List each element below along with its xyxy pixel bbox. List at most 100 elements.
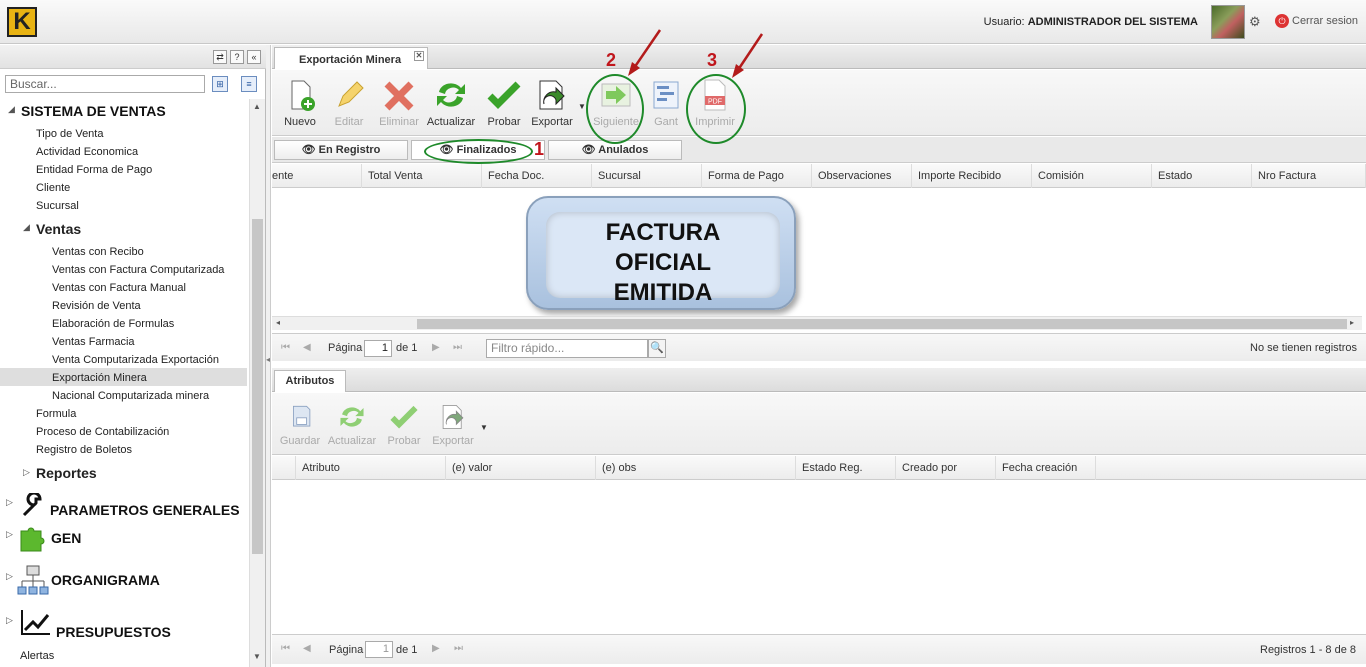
next-page-icon[interactable]: ▶	[432, 342, 440, 353]
annotation-number: 1	[534, 139, 545, 159]
page-input[interactable]: 1	[365, 641, 393, 658]
actualizar-attr-button[interactable]: Actualizar	[326, 403, 378, 447]
menu-item-ventas[interactable]: Ventas	[36, 221, 81, 237]
column-header[interactable]: Observaciones	[812, 164, 912, 188]
column-header[interactable]: Fecha creación	[996, 456, 1096, 480]
list-view-icon[interactable]: ≡	[241, 76, 257, 92]
collapsed-arrow-icon[interactable]: ▷	[23, 467, 30, 478]
close-icon[interactable]: ✕	[414, 51, 424, 61]
first-page-icon[interactable]: ⏮	[281, 643, 290, 654]
menu-item-sistema-ventas[interactable]: SISTEMA DE VENTAS	[21, 103, 166, 119]
menu-item-cliente[interactable]: Cliente	[36, 182, 70, 194]
quick-filter-input[interactable]: Filtro rápido...	[486, 339, 648, 358]
collapsed-arrow-icon[interactable]: ▷	[6, 497, 13, 508]
prev-page-icon[interactable]: ◀	[303, 342, 311, 353]
menu-item-tipo-venta[interactable]: Tipo de Venta	[36, 128, 103, 140]
menu-item-exportacion-minera[interactable]: Exportación Minera	[0, 368, 247, 386]
tab-atributos[interactable]: Atributos	[274, 370, 346, 392]
menu-item-parametros-generales[interactable]: PARAMETROS GENERALES	[50, 502, 240, 518]
column-header[interactable]: Fecha Doc.	[482, 164, 592, 188]
scroll-left-icon[interactable]: ◂	[276, 318, 280, 327]
menu-item-actividad-economica[interactable]: Actividad Economica	[36, 146, 138, 158]
scrollbar-thumb[interactable]	[417, 319, 1347, 329]
prev-page-icon[interactable]: ◀	[303, 643, 311, 654]
last-page-icon[interactable]: ⏭	[453, 342, 462, 353]
column-header[interactable]: Estado	[1152, 164, 1252, 188]
search-options-icon[interactable]: ⊞	[212, 76, 228, 92]
search-icon[interactable]: 🔍	[648, 339, 666, 358]
eliminar-button[interactable]: Eliminar	[373, 78, 425, 128]
editar-button[interactable]: Editar	[323, 78, 375, 128]
exportar-button[interactable]: Exportar	[526, 78, 578, 128]
scroll-up-icon[interactable]: ▲	[253, 102, 261, 111]
exportar-attr-button[interactable]: Exportar	[427, 403, 479, 447]
collapsed-arrow-icon[interactable]: ▷	[6, 529, 13, 540]
column-header[interactable]: Importe Recibido	[912, 164, 1032, 188]
tab-en-registro[interactable]: 👁 En Registro	[274, 140, 408, 160]
menu-item-ventas-factura-computarizada[interactable]: Ventas con Factura Computarizada	[52, 264, 224, 276]
refresh-icon[interactable]: ⇄	[213, 50, 227, 64]
column-header[interactable]: Forma de Pago	[702, 164, 812, 188]
menu-item-organigrama[interactable]: ORGANIGRAMA	[51, 572, 160, 588]
menu-item-ventas-recibo[interactable]: Ventas con Recibo	[52, 246, 144, 258]
app-logo[interactable]: K	[7, 7, 37, 37]
menu-item-alertas[interactable]: Alertas	[20, 650, 54, 662]
collapse-icon[interactable]: «	[247, 50, 261, 64]
actualizar-button[interactable]: Actualizar	[425, 78, 477, 128]
avatar[interactable]	[1211, 5, 1245, 39]
column-header[interactable]: Sucursal	[592, 164, 702, 188]
logout-button[interactable]: ⏻ Cerrar sesion	[1275, 14, 1358, 28]
grid-horizontal-scrollbar[interactable]: ◂ ▸	[272, 316, 1362, 330]
menu-item-elaboracion-formulas[interactable]: Elaboración de Formulas	[52, 318, 174, 330]
column-header[interactable]: Nro Factura	[1252, 164, 1366, 188]
gant-button[interactable]: Gant	[640, 78, 692, 128]
collapse-left-icon[interactable]: ◂	[266, 355, 270, 364]
menu-item-revision-venta[interactable]: Revisión de Venta	[52, 300, 141, 312]
grid-body[interactable]	[272, 189, 1366, 316]
column-header[interactable]: Comisión	[1032, 164, 1152, 188]
probar-button[interactable]: Probar	[478, 78, 530, 128]
menu-item-registro-boletos[interactable]: Registro de Boletos	[36, 444, 132, 456]
scroll-down-icon[interactable]: ▼	[253, 652, 261, 661]
menu-item-ventas-factura-manual[interactable]: Ventas con Factura Manual	[52, 282, 186, 294]
tab-exportacion-minera[interactable]: Exportación Minera ✕	[274, 47, 428, 69]
column-header[interactable]: Estado Reg.	[796, 456, 896, 480]
page-input[interactable]: 1	[364, 340, 392, 357]
column-header[interactable]: Atributo	[296, 456, 446, 480]
menu-item-proceso-contabilizacion[interactable]: Proceso de Contabilización	[36, 426, 169, 438]
column-header[interactable]: (e) obs	[596, 456, 796, 480]
collapsed-arrow-icon[interactable]: ▷	[6, 571, 13, 582]
menu-item-presupuestos[interactable]: PRESUPUESTOS	[56, 624, 171, 640]
column-header[interactable]: Creado por	[896, 456, 996, 480]
help-icon[interactable]: ?	[230, 50, 244, 64]
next-page-icon[interactable]: ▶	[432, 643, 440, 654]
menu-item-sucursal[interactable]: Sucursal	[36, 200, 79, 212]
menu-item-ventas-farmacia[interactable]: Ventas Farmacia	[52, 336, 135, 348]
column-header[interactable]: (e) valor	[446, 456, 596, 480]
panel-splitter[interactable]: ◂	[266, 45, 271, 667]
sidebar-scrollbar[interactable]: ▲ ▼	[249, 99, 265, 667]
exportar-dropdown-icon[interactable]: ▼	[480, 423, 488, 432]
nuevo-button[interactable]: Nuevo	[274, 78, 326, 128]
settings-gear-icon[interactable]: ⚙	[1249, 14, 1261, 30]
column-header[interactable]: Total Venta	[362, 164, 482, 188]
menu-item-nacional-computarizada-minera[interactable]: Nacional Computarizada minera	[52, 390, 209, 402]
column-header[interactable]: ente	[272, 164, 362, 188]
probar-attr-button[interactable]: Probar	[378, 403, 430, 447]
exportar-dropdown-icon[interactable]: ▼	[578, 102, 586, 111]
menu-item-entidad-forma-pago[interactable]: Entidad Forma de Pago	[36, 164, 152, 176]
last-page-icon[interactable]: ⏭	[454, 643, 463, 654]
first-page-icon[interactable]: ⏮	[281, 342, 290, 353]
menu-item-gen[interactable]: GEN	[51, 530, 81, 546]
scroll-right-icon[interactable]: ▸	[1350, 318, 1354, 327]
menu-item-reportes[interactable]: Reportes	[36, 465, 97, 481]
guardar-button[interactable]: Guardar	[274, 403, 326, 447]
expanded-arrow-icon[interactable]: ◢	[23, 222, 30, 233]
search-input[interactable]: Buscar...	[5, 75, 205, 93]
expanded-arrow-icon[interactable]: ◢	[8, 104, 15, 115]
annotation-ring	[686, 74, 746, 144]
menu-item-formula[interactable]: Formula	[36, 408, 76, 420]
collapsed-arrow-icon[interactable]: ▷	[6, 615, 13, 626]
scrollbar-thumb[interactable]	[252, 219, 263, 554]
menu-item-venta-computarizada-exportacion[interactable]: Venta Computarizada Exportación	[52, 354, 219, 366]
